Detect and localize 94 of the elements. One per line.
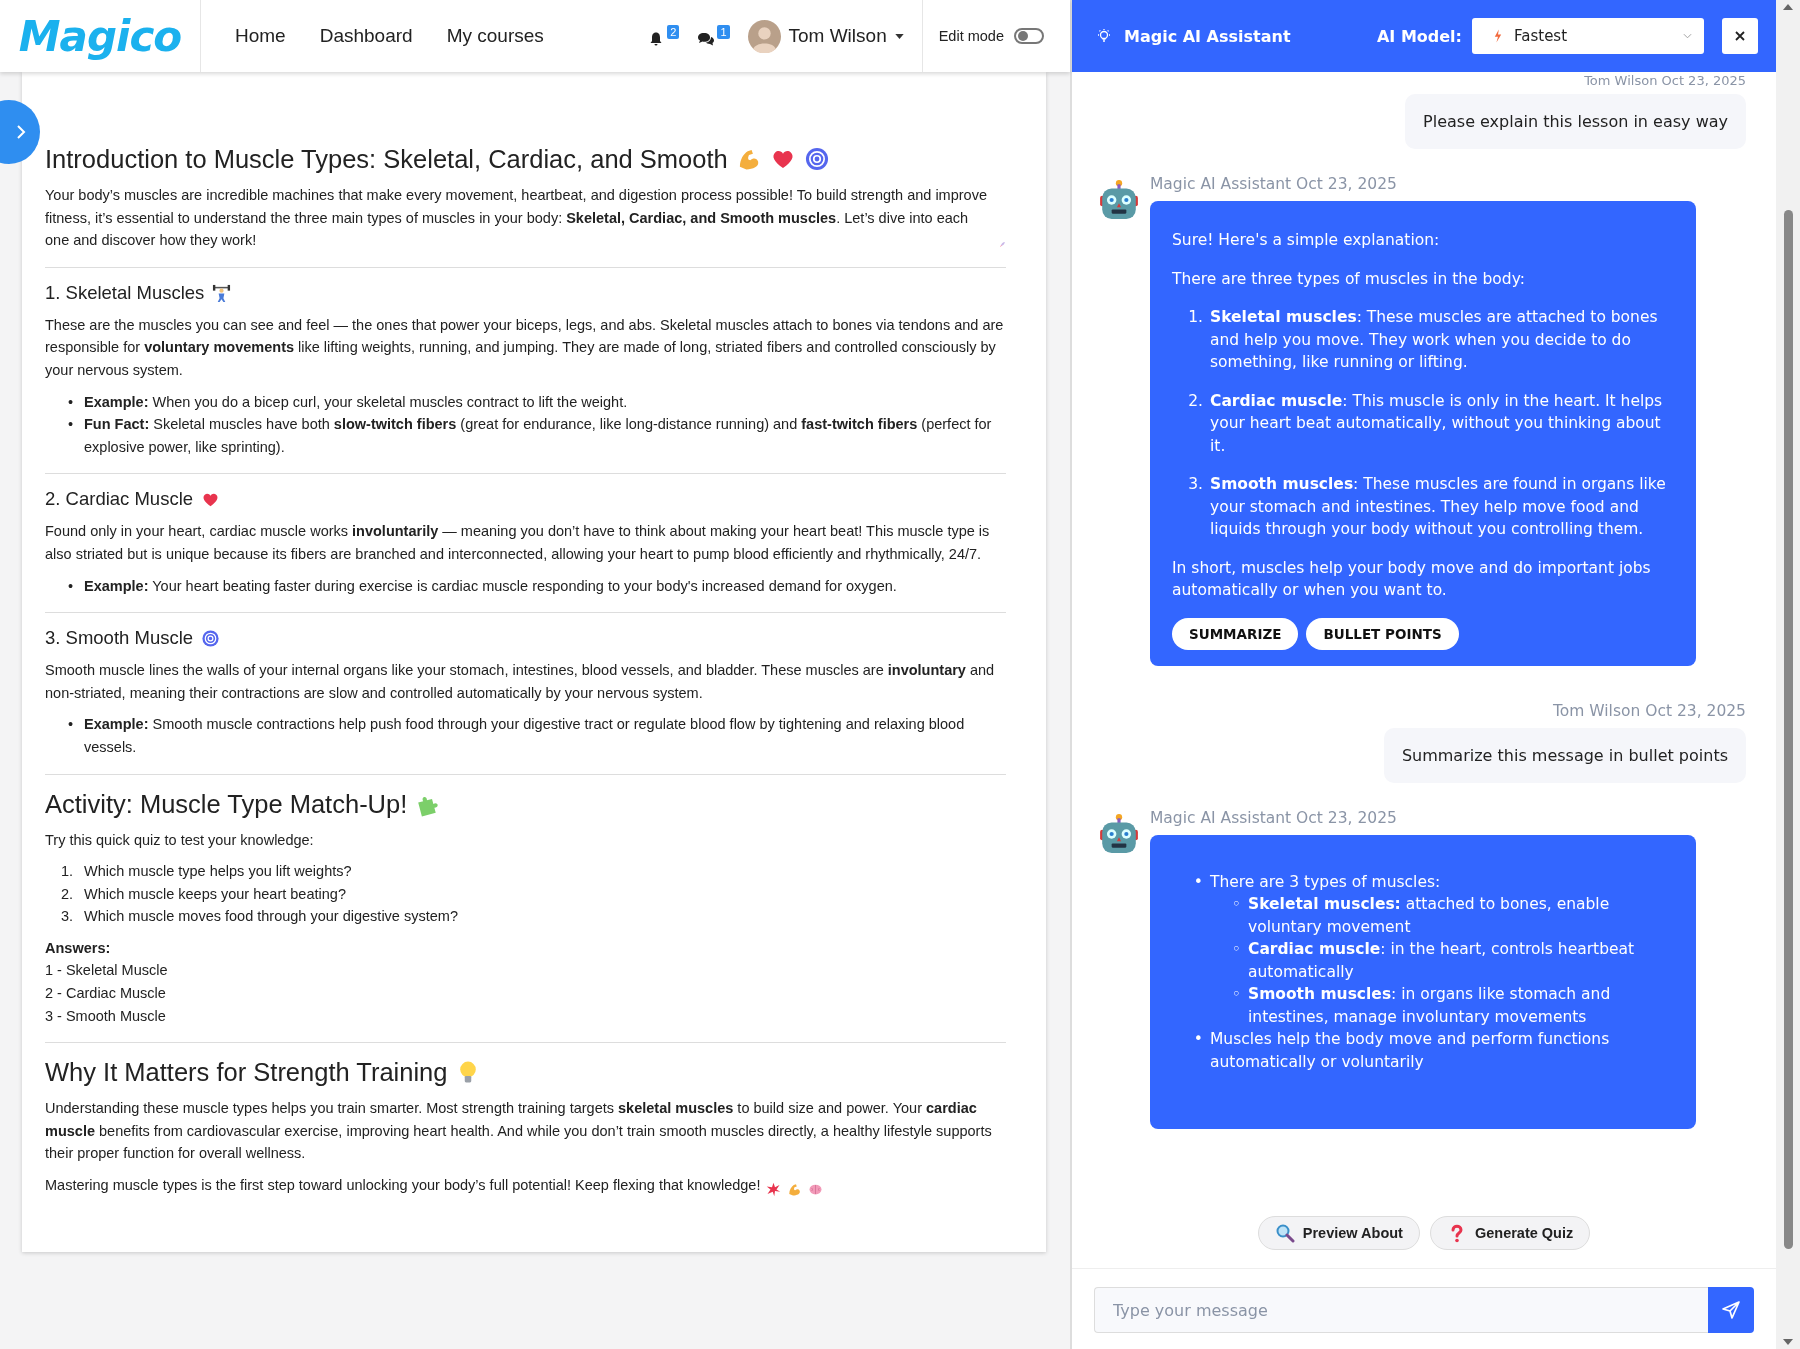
list-item: Cardiac muscle: This muscle is only in the heart. It helps your heart beat automatically, without you thinking about it. [1210,390,1664,457]
chat-bubbles-icon[interactable] [697,31,716,47]
paragraph: Found only in your heart, cardiac muscle works involuntarily — meaning you don’t have to think about making your heart beat! This muscle type is also striated but is unique because its fibers are branched and interconnected, allowing your heart to pump blood efficiently and rhythmically, 24/7. [45,522,991,564]
scroll-up-arrow-icon [1783,4,1793,10]
burst-icon [766,1181,782,1197]
nav-link[interactable]: My courses [446,25,544,47]
list-item: Skeletal muscles: attached to bones, enable voluntary movement [1248,894,1611,938]
list-item: Muscles help the body move and perform functions automatically or voluntarily [1210,1029,1611,1073]
paragraph: Understanding these muscle types helps you train smarter. Most strength training targets skeletal muscles to build size and power. Your cardiac muscle benefits from cardiovascular exercise, improving heart health. And while you don’t train smooth muscles directly, a healthy lifestyle supports their proper function for overall wellness. [45,1099,993,1164]
notification-count: 2 [667,25,680,39]
list-marker: 2. [1187,390,1204,412]
nav-link[interactable]: Home [235,25,286,47]
user-message: Please explain this lesson in easy way [1405,94,1746,149]
list-marker: ◦ [1230,939,1242,960]
list-item: Smooth muscles: These muscles are found in organs like your stomach and intestines. They help move food and liquids through your body without you controlling them. [1210,474,1667,540]
message-paragraph: In short, muscles help your body move and do important jobs automatically or when you want to. [1172,557,1652,601]
quick-action-button[interactable]: Preview About [1257,1216,1420,1250]
answers-label: Answers: [45,938,112,958]
list-marker: • [66,715,74,735]
message-meta: Tom Wilson Oct 23, 2025 [1553,700,1746,722]
scroll-down-arrow-icon [1783,1339,1793,1345]
list-item: Skeletal muscles: These muscles are attached to bones and help you move. They work when you decide to do something, like running or lifting. [1210,307,1659,373]
list-item: Smooth muscles: in organs like stomach and intestines, manage involuntary movements [1248,984,1612,1028]
list-marker: ◦ [1230,984,1242,1005]
message-meta: Tom Wilson Oct 23, 2025 [1584,74,1746,88]
list-marker: 1. [1187,307,1204,328]
message-paragraph: There are three types of muscles in the body: [1172,268,1526,290]
search-icon [1274,1223,1295,1243]
answer-line: 3 - Smooth Muscle [45,1006,167,1026]
bulb-icon [1096,28,1112,44]
list-marker: • [1192,871,1204,893]
lesson-heading: Introduction to Muscle Types: Skeletal, Cardiac, and Smooth [45,145,728,173]
paragraph: Try this quick quiz to test your knowledge: [45,830,314,850]
section-heading: 2. Cardiac Muscle [45,488,194,510]
list-marker: 2. [59,884,74,904]
paragraph: Your body’s muscles are incredible machines that make every movement, heartbeat, and digestion process possible! To build strength and improve fitness, it’s essential to understand the three main types of muscles in your body: Skeletal, Cardiac, and Smooth muscles. Let’s dive into each one and discover how they work! [45,186,988,251]
send-button[interactable] [1708,1287,1754,1333]
user-menu[interactable]: Tom Wilson [747,19,904,53]
nav-link[interactable]: Dashboard [319,25,413,47]
spiral-icon [803,146,830,172]
message-input[interactable]: Type your message [1094,1287,1708,1333]
list-marker: 3. [59,907,74,927]
message-meta: Magic AI Assistant Oct 23, 2025 [1150,174,1398,195]
close-button[interactable] [1722,18,1758,54]
paragraph: These are the muscles you can see and feel — the ones that power your biceps, legs, and abs. Skeletal muscles attach to bones via tendons and are responsible for voluntary movements like lifting weights, running, and jumping. They are made of long, striated fibers and controlled consciously by your nervous system. [45,315,1005,380]
model-label: AI Model: [1377,26,1462,46]
edit-mode-toggle[interactable] [1014,28,1044,44]
spiral-icon [201,629,221,649]
message-meta: Magic AI Assistant Oct 23, 2025 [1150,807,1398,829]
paragraph: Mastering muscle types is the first step toward unlocking your body’s full potential! Keep flexing that knowledge! [45,1176,761,1196]
section-heading: 3. Smooth Muscle [45,627,194,649]
paragraph: Smooth muscle lines the walls of your internal organs like your stomach, intestines, blood vessels, and bladder. These muscles are involuntary and non-striated, meaning their contractions are slow and controlled automatically by your nervous system. [45,661,996,703]
avatar-icon [747,19,781,53]
action-chip[interactable]: SUMMARIZE [1172,617,1299,650]
flexed-arm-icon [787,1181,803,1197]
user-message: Summarize this message in bullet points [1383,727,1746,783]
answer-line: 1 - Skeletal Muscle [45,961,169,981]
lightning-icon [1494,29,1502,43]
list-item: There are 3 types of muscles: [1210,871,1441,893]
edit-mode-label: Edit mode [938,28,1004,44]
list-marker: ◦ [1230,894,1242,915]
list-item: Which muscle type helps you lift weights? [84,862,352,882]
robot-icon [1098,179,1140,221]
message-paragraph: Sure! Here's a simple explanation: [1172,230,1441,251]
assistant-title: Magic AI Assistant [1124,26,1292,46]
list-item: Which muscle keeps your heart beating? [84,884,346,904]
list-item: Example: Your heart beating faster during exercise is cardiac muscle responding to your body's increased demand for oxygen. [84,576,897,596]
send-icon [1721,1300,1741,1320]
list-item: Fun Fact: Skeletal muscles have both slow-twitch fibers (great for endurance, like long-distance running) and fast-twitch fibers (perfect for explosive power, like sprinting). [84,415,993,457]
list-marker: • [1192,1029,1204,1050]
chevron-down-icon [1683,33,1692,39]
section-heading: 1. Skeletal Muscles [45,281,205,303]
caret-icon [894,33,904,39]
list-marker: • [66,576,74,596]
close-icon [1734,30,1746,42]
quick-action-button[interactable]: Generate Quiz [1429,1216,1591,1250]
scrollbar[interactable] [1776,0,1800,1349]
lesson-heading: Activity: Muscle Type Match-Up! [45,789,408,818]
action-chip[interactable]: BULLET POINTS [1306,617,1459,650]
list-item: Cardiac muscle: in the heart, controls heartbeat automatically [1248,939,1636,983]
list-marker: • [66,415,74,435]
message-count: 1 [717,25,730,39]
lesson-heading: Why It Matters for Strength Training [45,1058,448,1087]
weightlifter-icon [212,283,232,303]
chevron-right-icon [16,124,26,140]
list-marker: 1. [59,862,74,882]
answer-line: 2 - Cardiac Muscle [45,984,167,1004]
list-marker: • [66,392,74,412]
robot-icon [1098,812,1140,855]
list-item: Which muscle moves food through your digestive system? [84,907,458,927]
list-item: Example: Smooth muscle contractions help push food through your digestive tract or regulate blood flow by tightening and relaxing blood vessels. [84,715,966,757]
list-item: Example: When you do a bicep curl, your skeletal muscles contract to lift the weight. [84,392,628,412]
list-marker: 3. [1187,474,1204,495]
model-select[interactable]: Fastest [1472,18,1704,54]
